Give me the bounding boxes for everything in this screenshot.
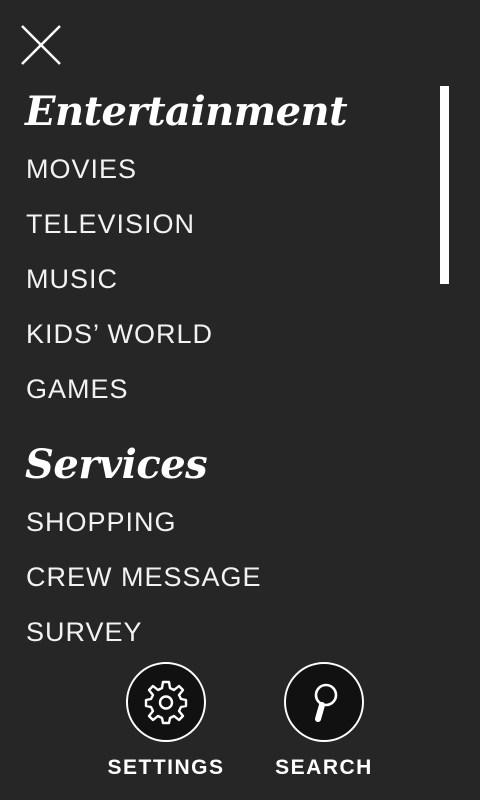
menu-screen: Entertainment MOVIES TELEVISION MUSIC KI… (0, 0, 480, 800)
menu-item-television[interactable]: TELEVISION (26, 197, 440, 252)
menu-scroll-area[interactable]: Entertainment MOVIES TELEVISION MUSIC KI… (0, 82, 440, 642)
menu-section-entertainment: Entertainment MOVIES TELEVISION MUSIC KI… (0, 82, 440, 417)
settings-label: SETTINGS (107, 756, 225, 779)
scrollbar-thumb[interactable] (440, 86, 449, 284)
menu-item-survey[interactable]: SURVEY (26, 605, 440, 642)
search-label: SEARCH (275, 756, 373, 779)
section-title: Entertainment (25, 88, 348, 135)
gear-icon (144, 680, 188, 725)
section-title: Services (25, 441, 208, 488)
menu-item-shopping[interactable]: SHOPPING (26, 495, 440, 550)
search-icon (314, 683, 338, 722)
close-button[interactable] (18, 22, 64, 68)
menu-item-movies[interactable]: MOVIES (26, 142, 440, 197)
menu-item-music[interactable]: MUSIC (26, 252, 440, 307)
close-icon (21, 25, 61, 65)
menu-list: MOVIES TELEVISION MUSIC KIDS’ WORLD GAME… (0, 142, 440, 417)
settings-button[interactable]: SETTINGS (106, 662, 226, 780)
search-button[interactable]: SEARCH (264, 662, 384, 780)
search-circle (284, 662, 364, 742)
menu-item-crew-message[interactable]: CREW MESSAGE (26, 550, 440, 605)
settings-circle (126, 662, 206, 742)
bottom-bar: SETTINGS SEARCH (0, 648, 480, 800)
menu-item-kids-world[interactable]: KIDS’ WORLD (26, 307, 440, 362)
menu-section-services: Services SHOPPING CREW MESSAGE SURVEY (0, 435, 440, 642)
menu-item-games[interactable]: GAMES (26, 362, 440, 417)
menu-list: SHOPPING CREW MESSAGE SURVEY (0, 495, 440, 642)
